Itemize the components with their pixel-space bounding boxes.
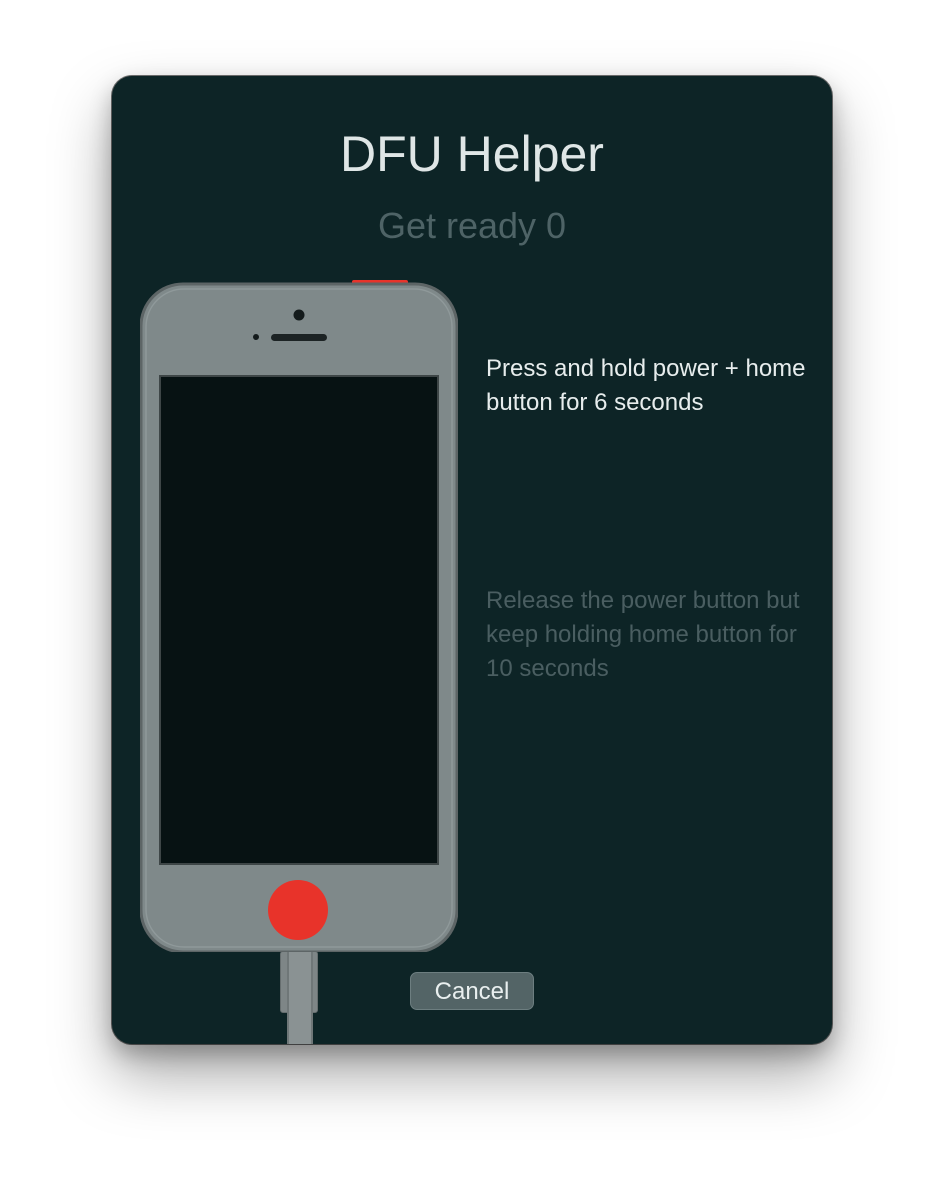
cancel-button[interactable]: Cancel [410, 972, 534, 1010]
iphone-illustration [140, 280, 458, 952]
instruction-step-1: Press and hold power + home button for 6… [486, 355, 806, 416]
proximity-sensor-icon [253, 334, 259, 340]
dialog-title: DFU Helper [340, 126, 604, 182]
dfu-helper-window: DFU Helper Get ready 0 Press and hold po… [112, 76, 832, 1044]
lightning-cable [287, 951, 313, 1044]
home-button-highlight [268, 880, 328, 940]
front-camera-icon [293, 309, 305, 321]
phone-screen [159, 375, 439, 865]
countdown-status: Get ready 0 [377, 205, 567, 246]
earpiece-icon [271, 334, 327, 341]
instruction-step-2: Release the power button but keep holdin… [486, 587, 800, 682]
stage: DFU Helper Get ready 0 Press and hold po… [0, 0, 944, 1192]
